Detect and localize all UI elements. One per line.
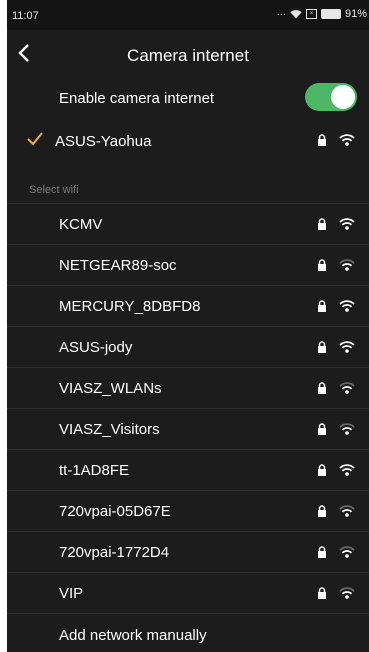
lock-icon (318, 341, 326, 353)
lock-icon (318, 505, 326, 517)
lock-icon (318, 218, 326, 230)
wifi-network-name: 720vpai-1772D4 (59, 544, 170, 561)
enable-camera-internet-label: Enable camera internet (59, 90, 215, 107)
status-icons: ... × 91% (276, 6, 367, 20)
battery-percent: 91% (344, 8, 367, 20)
lock-icon (318, 382, 326, 394)
wifi-status-icon (290, 9, 302, 18)
checkmark-icon (27, 132, 43, 146)
lock-icon (318, 423, 326, 435)
wifi-network-name: tt-1AD8FE (59, 462, 130, 479)
phone-screen: 11:07 ... × 91% Camera internet Enable c… (7, 0, 369, 652)
wifi-network-row[interactable]: MERCURY_8DBFD8 (7, 285, 369, 326)
enable-camera-internet-row: Enable camera internet (7, 78, 369, 116)
lock-icon (318, 134, 326, 146)
wifi-network-row[interactable]: NETGEAR89-soc (7, 244, 369, 285)
wifi-signal-icon (339, 587, 355, 599)
sim-icon: × (305, 9, 317, 19)
wifi-signal-icon (339, 341, 355, 353)
status-bar: 11:07 ... × 91% (7, 0, 369, 30)
wifi-signal-icon (339, 546, 355, 558)
wifi-network-name: VIP (59, 585, 84, 602)
connected-network-name: ASUS-Yaohua (55, 133, 152, 150)
select-wifi-section-header: Select wifi (29, 184, 79, 196)
wifi-network-row[interactable]: VIP (7, 572, 369, 613)
add-network-manually-label: Add network manually (59, 627, 207, 644)
wifi-network-row[interactable]: KCMV (7, 203, 369, 244)
lock-icon (318, 300, 326, 312)
add-network-manually-row[interactable]: Add network manually (7, 613, 369, 652)
connected-network-row[interactable]: ASUS-Yaohua (7, 120, 369, 160)
wifi-signal-icon (339, 505, 355, 517)
header: Camera internet (7, 30, 369, 76)
wifi-network-name: MERCURY_8DBFD8 (59, 298, 201, 315)
notification-dots: ... (276, 6, 286, 18)
wifi-network-name: KCMV (59, 216, 103, 233)
wifi-network-name: VIASZ_WLANs (59, 380, 162, 397)
wifi-network-row[interactable]: VIASZ_Visitors (7, 408, 369, 449)
wifi-network-list: KCMV NETGEAR89-soc MERCURY_8DBFD8 ASUS-jody… (7, 203, 369, 652)
lock-icon (318, 587, 326, 599)
lock-icon (318, 546, 326, 558)
wifi-signal-icon (339, 382, 355, 394)
wifi-network-name: 720vpai-05D67E (59, 503, 171, 520)
wifi-network-name: VIASZ_Visitors (59, 421, 160, 438)
wifi-network-row[interactable]: 720vpai-1772D4 (7, 531, 369, 572)
wifi-network-row[interactable]: VIASZ_WLANs (7, 367, 369, 408)
wifi-signal-icon (339, 259, 355, 271)
wifi-network-row[interactable]: ASUS-jody (7, 326, 369, 367)
wifi-network-name: NETGEAR89-soc (59, 257, 177, 274)
status-time: 11:07 (12, 10, 39, 22)
wifi-signal-icon (339, 134, 355, 146)
wifi-network-row[interactable]: 720vpai-05D67E (7, 490, 369, 531)
lock-icon (318, 259, 326, 271)
lock-icon (318, 464, 326, 476)
wifi-network-name: ASUS-jody (59, 339, 133, 356)
page-title: Camera internet (127, 46, 249, 65)
wifi-signal-icon (339, 423, 355, 435)
battery-icon (320, 9, 341, 19)
toggle-knob (331, 85, 355, 109)
wifi-network-row[interactable]: tt-1AD8FE (7, 449, 369, 490)
wifi-signal-icon (339, 218, 355, 230)
wifi-signal-icon (339, 464, 355, 476)
enable-camera-internet-toggle[interactable] (305, 83, 357, 111)
wifi-signal-icon (339, 300, 355, 312)
